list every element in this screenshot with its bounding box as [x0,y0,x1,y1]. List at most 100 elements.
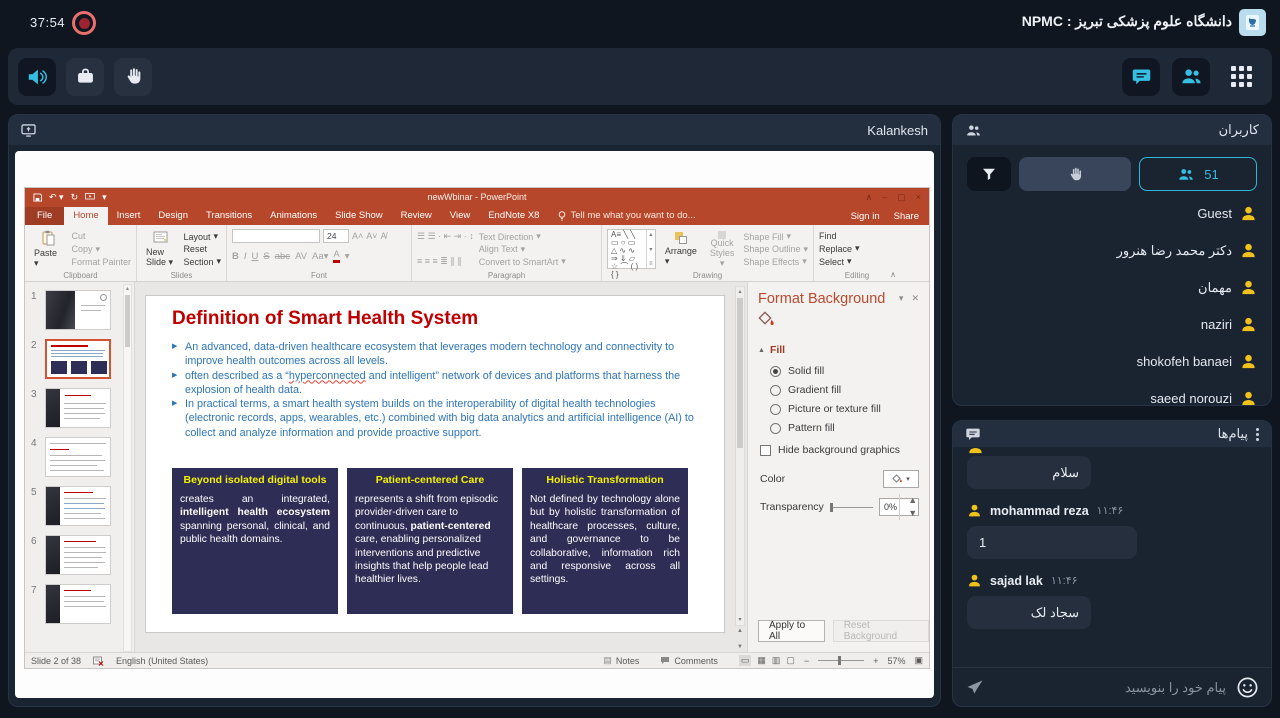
option-solid-fill[interactable]: Solid fill [770,365,919,377]
pane-close-icon[interactable]: ✕ [911,293,919,304]
user-row[interactable]: naziri [967,306,1257,343]
user-count-button[interactable]: 51 [1139,157,1257,191]
filter-users-button[interactable] [967,157,1011,191]
close-icon[interactable]: × [916,192,921,203]
files-button[interactable] [66,58,104,96]
tab-home[interactable]: Home [64,207,107,225]
shadow-button[interactable]: abc [275,251,290,262]
option-gradient-fill[interactable]: Gradient fill [770,384,919,396]
qat-customize-icon[interactable]: ▾ [102,193,107,202]
sign-in-link[interactable]: Sign in [851,211,880,222]
undo-icon[interactable]: ↶ ▾ [49,193,64,202]
fill-section-header[interactable]: ▲Fill [758,344,919,356]
start-slideshow-icon[interactable] [85,193,95,201]
grow-font-icon[interactable]: A˄ [352,231,363,241]
copy-button[interactable]: Copy ▾ [71,244,131,255]
shapes-scrollbar[interactable]: ▴▾≡ [646,230,655,268]
arrange-button[interactable]: Arrange ▾ [661,229,701,269]
comments-button[interactable]: Comments [660,656,718,666]
shrink-font-icon[interactable]: A˅ [366,231,377,241]
zoom-out-icon[interactable]: − [804,656,809,666]
tab-insert[interactable]: Insert [108,207,150,225]
list-buttons-row[interactable]: ☰ ☰ · ⇤ ⇥ · ↕ [417,231,474,242]
zoom-slider[interactable] [818,660,864,661]
raised-hands-button[interactable] [1019,157,1131,191]
apply-to-all-button[interactable]: Apply to All [758,620,825,642]
share-button[interactable]: Share [894,211,919,222]
strikethrough-button[interactable]: S [263,251,269,262]
tab-design[interactable]: Design [149,207,197,225]
format-painter-button[interactable]: Format Painter [71,257,131,267]
save-icon[interactable] [33,193,42,202]
option-picture-fill[interactable]: Picture or texture fill [770,403,919,415]
messages-menu-icon[interactable] [1256,428,1259,441]
section-button[interactable]: Section ▾ [183,256,221,267]
record-indicator-icon[interactable] [72,11,96,35]
align-buttons-row[interactable]: ≡ ≡ ≡ ≣ ∥ ∥ [417,256,474,267]
slide-nav-buttons[interactable]: ▲▼ [735,628,745,650]
user-row[interactable]: shokofeh banaei [967,343,1257,380]
paint-bucket-icon[interactable] [758,311,919,330]
cut-button[interactable]: Cut [71,231,131,241]
transparency-value-box[interactable]: 0%▲▼ [879,498,919,516]
font-color-dd[interactable]: ▾ [345,251,350,262]
tab-file[interactable]: File [25,207,64,225]
transparency-slider[interactable] [830,507,873,508]
canvas-scrollbar[interactable]: ▴▾ [735,286,745,626]
apps-grid-button[interactable] [1222,58,1260,96]
language-indicator[interactable]: English (United States) [116,656,208,666]
tab-view[interactable]: View [441,207,479,225]
hide-background-checkbox[interactable]: Hide background graphics [760,444,919,456]
paste-button[interactable]: Paste ▾ [30,229,66,269]
bold-button[interactable]: B [232,251,239,262]
thumbnail-7[interactable]: 7 [31,584,120,624]
redo-icon[interactable]: ↻ [71,193,79,202]
user-row[interactable]: مهمان [967,269,1257,306]
color-picker-button[interactable]: ▾ [883,470,919,488]
pane-options-icon[interactable]: ▾ [899,293,904,304]
thumbnails-scrollbar[interactable]: ▴ [123,284,132,652]
replace-button[interactable]: Replace ▾ [819,243,860,254]
thumbnail-3[interactable]: 3 [31,388,120,428]
find-button[interactable]: Find [819,231,860,241]
layout-button[interactable]: Layout ▾ [183,231,221,242]
chat-toggle-button[interactable] [1122,58,1160,96]
tab-transitions[interactable]: Transitions [197,207,261,225]
view-switcher[interactable]: ▭▦▥▢ [739,655,795,666]
font-size-combo[interactable]: 24 [323,229,349,243]
send-icon[interactable] [965,677,985,697]
tell-me-box[interactable]: Tell me what you want to do... [548,207,705,225]
user-row[interactable]: Guest [967,195,1257,232]
emoji-icon[interactable] [1236,676,1259,699]
thumbnail-1[interactable]: 1 [31,290,120,330]
minimize-icon[interactable]: – [882,192,887,203]
change-case-button[interactable]: Aa▾ [312,251,328,262]
ribbon-options-icon[interactable]: ∧ [866,192,873,203]
users-toggle-button[interactable] [1172,58,1210,96]
reset-button[interactable]: Reset [183,244,221,254]
audio-button[interactable] [18,58,56,96]
shapes-gallery[interactable]: A≡ ╲ ╲ ▭ ○ ▭ △ ∿ ∿ ⇒ ⇓ ▱ ☆ ⌒ ( ) { } ▴▾≡ [607,229,656,269]
underline-button[interactable]: U [252,251,259,262]
collapse-ribbon-icon[interactable]: ∧ [890,270,896,279]
italic-button[interactable]: I [244,251,247,262]
user-row[interactable]: دکتر محمد رضا هنرور [967,232,1257,269]
convert-smartart-button[interactable]: Convert to SmartArt ▾ [479,256,566,267]
font-name-combo[interactable] [232,229,320,243]
text-direction-button[interactable]: Text Direction ▾ [479,231,566,242]
tab-animations[interactable]: Animations [261,207,326,225]
maximize-icon[interactable]: ▢ [897,192,906,203]
new-slide-button[interactable]: New Slide ▾ [142,229,178,269]
raise-hand-button[interactable] [114,58,152,96]
shape-outline-button[interactable]: Shape Outline ▾ [743,244,808,255]
tab-review[interactable]: Review [392,207,441,225]
font-color-button[interactable]: A [333,249,339,263]
thumbnail-5[interactable]: 5 [31,486,120,526]
shape-fill-button[interactable]: Shape Fill ▾ [743,231,808,242]
spellcheck-icon[interactable] [93,656,104,666]
option-pattern-fill[interactable]: Pattern fill [770,422,919,434]
select-button[interactable]: Select ▾ [819,256,860,267]
char-spacing-button[interactable]: AV [295,251,307,262]
tab-slideshow[interactable]: Slide Show [326,207,392,225]
messages-list[interactable]: سلام mohammad reza ۱۱:۴۶ 1 sajad lak ۱۱:… [953,447,1271,667]
